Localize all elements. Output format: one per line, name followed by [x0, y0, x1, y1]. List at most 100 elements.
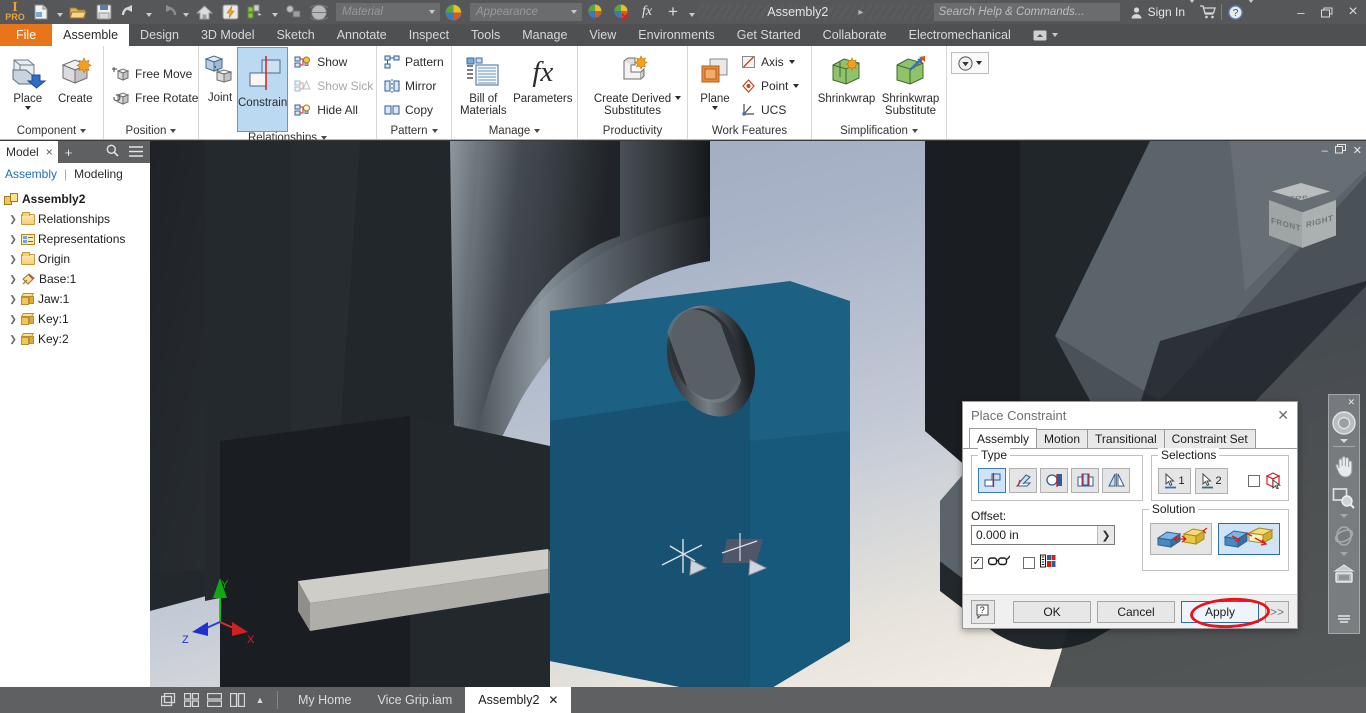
bill-of-materials-button[interactable]: Bill of Materials	[456, 48, 511, 117]
tree-item-key-2[interactable]: ❯ Key:2	[0, 329, 150, 349]
pattern-button[interactable]: Pattern	[381, 50, 450, 74]
doc-tab-assembly2[interactable]: Assembly2 ✕	[465, 687, 572, 713]
expand-arrow-icon[interactable]: ❯	[8, 294, 18, 305]
zoom-dropdown-caret[interactable]	[1340, 514, 1348, 518]
new-file-dropdown[interactable]	[54, 1, 65, 23]
doc-tab-my-home[interactable]: My Home	[285, 687, 364, 713]
restore-button[interactable]	[1314, 0, 1340, 24]
search-icon[interactable]	[106, 144, 119, 160]
dialog-tab-assembly[interactable]: Assembly	[969, 428, 1038, 448]
cart-icon[interactable]	[1195, 0, 1221, 24]
tab-3d-model[interactable]: 3D Model	[190, 24, 266, 46]
tab-tools[interactable]: Tools	[460, 24, 511, 46]
tab-view[interactable]: View	[578, 24, 627, 46]
new-file-icon[interactable]	[28, 1, 54, 23]
add-qat-icon[interactable]: +	[660, 1, 686, 23]
dialog-cancel-button[interactable]: Cancel	[1097, 600, 1175, 623]
selection-1-icon[interactable]: 1	[1158, 468, 1191, 494]
minimize-button[interactable]: –	[1288, 0, 1314, 24]
place-dropdown-caret[interactable]	[24, 106, 31, 110]
constrain-button[interactable]: Constrain	[237, 47, 289, 132]
panel-caption-manage[interactable]: Manage	[452, 122, 577, 139]
open-file-icon[interactable]	[65, 1, 91, 23]
expand-arrow-icon[interactable]: ❯	[8, 274, 18, 285]
browser-tab-model[interactable]: Model ×	[0, 141, 58, 163]
dialog-help-button[interactable]: ?	[971, 599, 995, 624]
panel-caption-simplification[interactable]: Simplification	[812, 122, 946, 139]
dialog-ok-button[interactable]: OK	[1013, 600, 1091, 623]
material-combo[interactable]: Material	[336, 3, 440, 21]
work-plane-button[interactable]: Plane	[692, 48, 738, 110]
tree-item-representations[interactable]: ❯ Representations	[0, 229, 150, 249]
hide-all-button[interactable]: Hide All	[291, 98, 379, 122]
hamburger-icon[interactable]	[129, 145, 150, 160]
work-point-caret[interactable]	[793, 84, 800, 88]
expand-arrow-icon[interactable]: ❯	[8, 234, 18, 245]
vertical-split-icon[interactable]	[227, 691, 247, 709]
redo-icon[interactable]	[154, 1, 180, 23]
grid-view-icon[interactable]	[181, 691, 201, 709]
ucs-button[interactable]: UCS	[738, 98, 805, 122]
material-combo-caret[interactable]	[429, 10, 435, 14]
symmetry-constraint-icon[interactable]	[1102, 468, 1130, 493]
dialog-close-icon[interactable]: ✕	[1277, 407, 1289, 424]
pick-part-first-checkbox[interactable]	[1248, 475, 1260, 487]
navbar-options-icon[interactable]	[1337, 611, 1351, 633]
viewport-minimize-button[interactable]: –	[1322, 145, 1328, 157]
offset-input[interactable]: 0.000 in ❯	[971, 525, 1115, 545]
sign-in-button[interactable]: Sign In	[1126, 5, 1189, 19]
solution-aligned-icon[interactable]	[1218, 523, 1281, 555]
mirror-button[interactable]: Mirror	[381, 74, 450, 98]
solution-opposed-icon[interactable]	[1150, 523, 1213, 555]
panel-caption-productivity[interactable]: Productivity	[578, 122, 687, 139]
look-at-icon[interactable]	[1330, 559, 1358, 589]
viewport-restore-button[interactable]	[1334, 144, 1346, 157]
dialog-more-button[interactable]: >>	[1265, 600, 1289, 623]
work-plane-caret[interactable]	[712, 106, 718, 110]
close-button[interactable]: ×	[1340, 0, 1366, 24]
component-quick-icon[interactable]	[280, 1, 306, 23]
create-derived-substitutes-button[interactable]: Create Derived Substitutes	[585, 48, 681, 117]
doc-tab-close-icon[interactable]: ✕	[548, 693, 558, 707]
help-icon[interactable]: ?	[1222, 0, 1248, 24]
tangent-constraint-icon[interactable]	[1040, 468, 1068, 493]
tree-item-jaw-1[interactable]: ❯ Jaw:1	[0, 289, 150, 309]
selection-2-icon[interactable]: 2	[1195, 468, 1228, 494]
qat-dropdown[interactable]	[686, 1, 697, 23]
free-rotate-button[interactable]: Free Rotate	[108, 86, 204, 110]
tab-collaborate[interactable]: Collaborate	[812, 24, 898, 46]
browser-add-tab-icon[interactable]: +	[65, 145, 73, 160]
tree-item-origin[interactable]: ❯ Origin	[0, 249, 150, 269]
parameters-fx-icon[interactable]: fx	[634, 1, 660, 23]
help-dropdown[interactable]	[1248, 0, 1254, 21]
panel-caption-work-features[interactable]: Work Features	[688, 122, 811, 139]
undo-dropdown[interactable]	[143, 1, 154, 23]
panel-caption-position[interactable]: Position	[104, 122, 198, 139]
dialog-tab-constraint-set[interactable]: Constraint Set	[1163, 429, 1256, 448]
browser-subtab-modeling[interactable]: Modeling	[74, 167, 123, 181]
navwheel-dropdown-caret[interactable]	[1340, 439, 1348, 443]
appearance-globe-icon[interactable]	[306, 1, 332, 23]
joint-button[interactable]: Joint	[203, 47, 237, 104]
expand-arrow-icon[interactable]: ❯	[8, 334, 18, 345]
tab-sketch[interactable]: Sketch	[265, 24, 325, 46]
show-relationships-button[interactable]: Show	[291, 50, 379, 74]
dialog-tab-transitional[interactable]: Transitional	[1087, 429, 1165, 448]
viewport-close-button[interactable]: ✕	[1353, 144, 1362, 157]
browser-subtab-assembly[interactable]: Assembly	[5, 167, 57, 181]
navbar-close-icon[interactable]: ✕	[1347, 398, 1355, 407]
free-move-button[interactable]: Free Move	[108, 62, 204, 86]
insert-constraint-icon[interactable]	[1071, 468, 1099, 493]
place-constraint-dialog[interactable]: Place Constraint ✕ Assembly Motion Trans…	[962, 401, 1298, 629]
tile-windows-icon[interactable]	[158, 691, 178, 709]
work-axis-caret[interactable]	[788, 60, 795, 64]
work-axis-button[interactable]: Axis	[738, 50, 805, 74]
appearance-combo-caret[interactable]	[571, 10, 577, 14]
adjust-appearance-icon[interactable]	[582, 1, 608, 23]
undo-icon[interactable]	[117, 1, 143, 23]
tree-item-key-1[interactable]: ❯ Key:1	[0, 309, 150, 329]
tab-environments[interactable]: Environments	[627, 24, 725, 46]
expand-arrow-icon[interactable]: ❯	[8, 214, 18, 225]
horizontal-split-icon[interactable]	[204, 691, 224, 709]
save-icon[interactable]	[91, 1, 117, 23]
